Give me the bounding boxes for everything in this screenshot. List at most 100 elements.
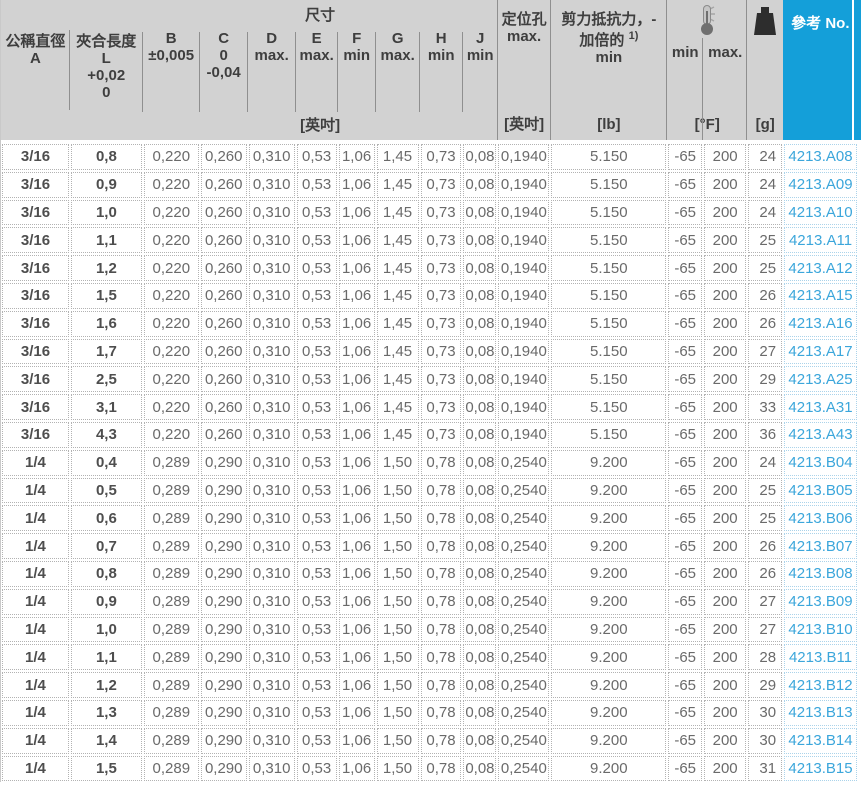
data-cell: 200	[703, 393, 747, 421]
data-cell: 0,1940	[497, 199, 550, 227]
ref-cell: 4213.B10	[783, 616, 861, 644]
data-cell: 1/4	[1, 671, 70, 699]
data-cell: 0,310	[248, 393, 296, 421]
data-cell: 200	[703, 254, 747, 282]
data-cell: 2,5	[70, 365, 143, 393]
table-row: 3/16 1,6 0,220 0,260 0,310 0,53 1,06 1,45 0,73 0,…	[1, 310, 861, 338]
ref-link[interactable]: 4213.A15	[788, 287, 852, 304]
data-cell: -65	[667, 588, 703, 616]
ref-link[interactable]: 4213.B14	[788, 732, 852, 749]
data-cell: 0,310	[248, 755, 296, 783]
data-cell: 0,290	[200, 560, 248, 588]
data-cell: 1,50	[376, 477, 420, 505]
ref-cell: 4213.A31	[783, 393, 861, 421]
data-cell: 1,06	[338, 671, 376, 699]
data-cell: -65	[667, 532, 703, 560]
data-cell: 0,08	[462, 310, 497, 338]
data-cell: 1,06	[338, 171, 376, 199]
ref-link[interactable]: 4213.B10	[788, 621, 852, 638]
data-cell: 1/4	[1, 616, 70, 644]
data-cell: 9.200	[550, 560, 667, 588]
data-cell: 1,06	[338, 477, 376, 505]
data-cell: 29	[747, 671, 783, 699]
data-cell: 9.200	[550, 616, 667, 644]
data-cell: 1/4	[1, 699, 70, 727]
data-cell: 0,2540	[497, 532, 550, 560]
ref-link[interactable]: 4213.B05	[788, 482, 852, 499]
dimensions-group-label: 尺寸	[305, 6, 336, 24]
data-cell: 200	[703, 282, 747, 310]
data-cell: 0,290	[200, 532, 248, 560]
data-cell: 1,06	[338, 199, 376, 227]
ref-link[interactable]: 4213.B15	[788, 760, 852, 777]
data-cell: 0,260	[200, 199, 248, 227]
data-cell: 1,06	[338, 254, 376, 282]
ref-link[interactable]: 4213.B06	[788, 510, 852, 527]
ref-link[interactable]: 4213.A16	[788, 315, 852, 332]
data-cell: 0,08	[462, 143, 497, 171]
data-cell: 9.200	[550, 671, 667, 699]
data-cell: 0,73	[420, 254, 463, 282]
data-cell: 0,53	[296, 282, 338, 310]
ref-link[interactable]: 4213.A11	[789, 232, 852, 249]
data-cell: 0,260	[200, 338, 248, 366]
data-cell: 0,08	[462, 643, 497, 671]
data-cell: 26	[747, 282, 783, 310]
data-cell: 1/4	[1, 560, 70, 588]
data-cell: 0,08	[462, 588, 497, 616]
ref-link[interactable]: 4213.A09	[788, 176, 852, 193]
table-row: 3/16 1,2 0,220 0,260 0,310 0,53 1,06 1,45 0,73 0,…	[1, 254, 861, 282]
data-cell: 1,06	[338, 282, 376, 310]
data-cell: 1,45	[376, 254, 420, 282]
ref-link[interactable]: 4213.A12	[788, 260, 852, 277]
data-cell: 0,220	[143, 171, 200, 199]
data-cell: 0,73	[420, 421, 463, 449]
data-cell: 0,08	[462, 727, 497, 755]
data-cell: 0,53	[296, 727, 338, 755]
data-cell: -65	[667, 699, 703, 727]
data-cell: 1,1	[70, 226, 143, 254]
data-cell: 0,08	[462, 421, 497, 449]
data-cell: 27	[747, 588, 783, 616]
data-cell: 0,289	[143, 643, 200, 671]
col-header-reference: 參考 No.	[783, 0, 861, 140]
ref-link[interactable]: 4213.A31	[788, 399, 852, 416]
data-cell: 0,08	[462, 532, 497, 560]
ref-link[interactable]: 4213.B12	[788, 677, 852, 694]
data-cell: 3/16	[1, 282, 70, 310]
data-cell: 5.150	[550, 310, 667, 338]
ref-link[interactable]: 4213.A17	[788, 343, 852, 360]
data-cell: -65	[667, 616, 703, 644]
data-cell: 0,2540	[497, 699, 550, 727]
ref-link[interactable]: 4213.A25	[788, 371, 852, 388]
data-cell: 0,53	[296, 226, 338, 254]
ref-link[interactable]: 4213.B08	[788, 565, 852, 582]
col-header-temperature: min max. [°F]	[666, 0, 747, 140]
data-cell: 1,06	[338, 532, 376, 560]
data-cell: 1,45	[376, 282, 420, 310]
ref-link[interactable]: 4213.B09	[788, 593, 852, 610]
data-cell: 200	[703, 560, 747, 588]
data-cell: 0,1940	[497, 365, 550, 393]
data-cell: 0,1940	[497, 421, 550, 449]
ref-link[interactable]: 4213.B11	[789, 649, 852, 666]
data-cell: 0,78	[420, 449, 463, 477]
ref-link[interactable]: 4213.A43	[788, 426, 852, 443]
col-header-weight: [g]	[746, 0, 783, 140]
data-cell: 0,08	[462, 449, 497, 477]
data-cell: 0,53	[296, 643, 338, 671]
data-cell: 1,06	[338, 699, 376, 727]
ref-link[interactable]: 4213.B07	[788, 538, 852, 555]
ref-link[interactable]: 4213.B13	[788, 704, 852, 721]
table-row: 1/4 1,4 0,289 0,290 0,310 0,53 1,06 1,50 0,78 0,0…	[1, 727, 861, 755]
col-header-H: H min	[418, 30, 463, 112]
ref-link[interactable]: 4213.A08	[788, 148, 852, 165]
data-cell: 0,78	[420, 699, 463, 727]
table-row: 1/4 0,9 0,289 0,290 0,310 0,53 1,06 1,50 0,78 0,0…	[1, 588, 861, 616]
ref-link[interactable]: 4213.A10	[788, 204, 852, 221]
ref-link[interactable]: 4213.B04	[788, 454, 852, 471]
data-cell: 0,78	[420, 616, 463, 644]
data-cell: 30	[747, 699, 783, 727]
temp-min-label: min	[671, 44, 699, 61]
data-cell: 29	[747, 365, 783, 393]
